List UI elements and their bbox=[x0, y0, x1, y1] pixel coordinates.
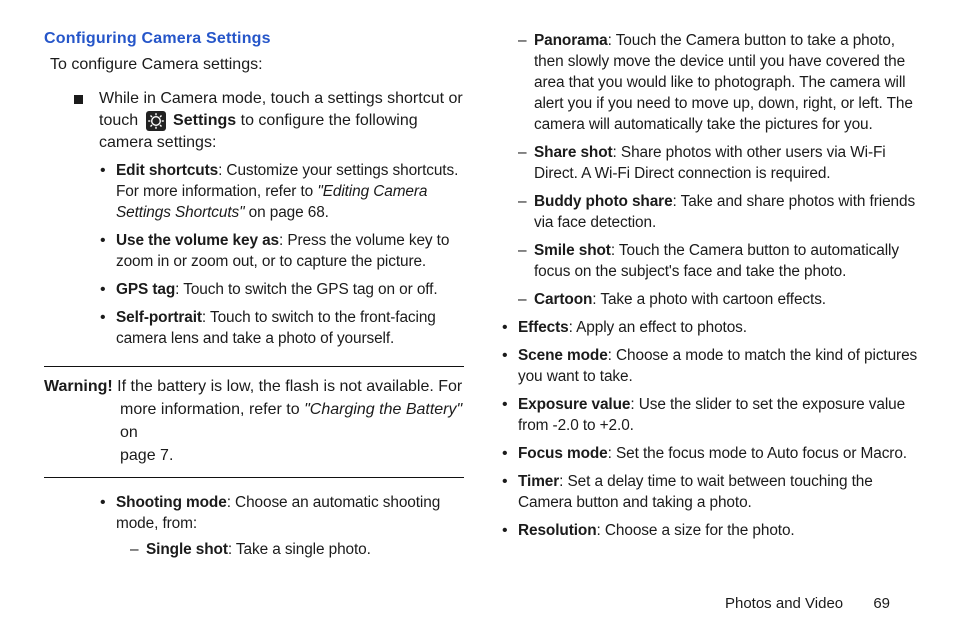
settings-list-1: Edit shortcuts: Customize your settings … bbox=[100, 160, 464, 356]
item-bold: Edit shortcuts bbox=[116, 162, 218, 179]
item-rest: : Take a single photo. bbox=[228, 541, 371, 558]
square-bullet-row: While in Camera mode, touch a settings s… bbox=[74, 88, 464, 154]
item-bold: Buddy photo share bbox=[534, 193, 673, 210]
list-item: Panorama: Touch the Camera button to tak… bbox=[518, 30, 920, 135]
list-item: Shooting mode: Choose an automatic shoot… bbox=[100, 492, 464, 560]
sub-list: Single shot: Take a single photo. bbox=[130, 539, 464, 560]
square-bullet-icon bbox=[74, 95, 83, 104]
warning-line3: page 7. bbox=[44, 444, 464, 467]
square-bullet-text: While in Camera mode, touch a settings s… bbox=[99, 88, 464, 154]
list-item: Buddy photo share: Take and share photos… bbox=[518, 191, 920, 233]
list-item: GPS tag: Touch to switch the GPS tag on … bbox=[100, 279, 464, 300]
item-tail: on page 68. bbox=[244, 204, 328, 221]
shooting-mode-sublist: Panorama: Touch the Camera button to tak… bbox=[518, 30, 920, 317]
section-heading: Configuring Camera Settings bbox=[44, 30, 464, 48]
list-item: Focus mode: Set the focus mode to Auto f… bbox=[502, 443, 920, 464]
settings-list-2: Shooting mode: Choose an automatic shoot… bbox=[100, 492, 464, 567]
list-item: Single shot: Take a single photo. bbox=[130, 539, 464, 560]
warning-ital: "Charging the Battery" bbox=[304, 401, 462, 418]
list-item: Exposure value: Use the slider to set th… bbox=[502, 394, 920, 436]
item-bold: Resolution bbox=[518, 522, 597, 539]
item-bold: Shooting mode bbox=[116, 494, 227, 511]
list-item: Share shot: Share photos with other user… bbox=[518, 142, 920, 184]
list-item: Smile shot: Touch the Camera button to a… bbox=[518, 240, 920, 282]
list-item: Use the volume key as: Press the volume … bbox=[100, 230, 464, 272]
item-bold: Single shot bbox=[146, 541, 228, 558]
item-bold: Cartoon bbox=[534, 291, 592, 308]
item-bold: Self-portrait bbox=[116, 309, 202, 326]
list-item: Effects: Apply an effect to photos. bbox=[502, 317, 920, 338]
warning-line1: If the battery is low, the flash is not … bbox=[113, 378, 463, 395]
item-rest: : Take a photo with cartoon effects. bbox=[592, 291, 826, 308]
item-bold: Timer bbox=[518, 473, 559, 490]
list-item: Scene mode: Choose a mode to match the k… bbox=[502, 345, 920, 387]
t: more information, refer to bbox=[120, 401, 304, 418]
item-bold: GPS tag bbox=[116, 281, 175, 298]
settings-word: Settings bbox=[173, 112, 236, 129]
item-bold: Exposure value bbox=[518, 396, 630, 413]
item-bold: Use the volume key as bbox=[116, 232, 279, 249]
warning-line2: more information, refer to "Charging the… bbox=[44, 398, 464, 444]
warning-label: Warning! bbox=[44, 378, 113, 395]
page-footer: Photos and Video 69 bbox=[725, 595, 890, 612]
item-rest: : Set the focus mode to Auto focus or Ma… bbox=[608, 445, 907, 462]
item-bold: Share shot bbox=[534, 144, 613, 161]
gear-icon bbox=[146, 111, 166, 131]
settings-list-right: Effects: Apply an effect to photos. Scen… bbox=[502, 317, 920, 548]
item-bold: Panorama bbox=[534, 32, 608, 49]
warning-block: Warning! If the battery is low, the flas… bbox=[44, 375, 464, 467]
page-number: 69 bbox=[873, 595, 890, 612]
list-item: Cartoon: Take a photo with cartoon effec… bbox=[518, 289, 920, 310]
list-item: Resolution: Choose a size for the photo. bbox=[502, 520, 920, 541]
t: on bbox=[120, 424, 138, 441]
item-rest: : Apply an effect to photos. bbox=[569, 319, 747, 336]
item-bold: Focus mode bbox=[518, 445, 608, 462]
item-rest: : Touch to switch the GPS tag on or off. bbox=[175, 281, 437, 298]
item-rest: : Choose a size for the photo. bbox=[597, 522, 795, 539]
divider bbox=[44, 366, 464, 367]
item-rest: : Set a delay time to wait between touch… bbox=[518, 473, 873, 511]
item-bold: Effects bbox=[518, 319, 569, 336]
item-bold: Scene mode bbox=[518, 347, 608, 364]
list-item: Self-portrait: Touch to switch to the fr… bbox=[100, 307, 464, 349]
intro-text: To configure Camera settings: bbox=[50, 56, 464, 74]
item-bold: Smile shot bbox=[534, 242, 611, 259]
list-item: Edit shortcuts: Customize your settings … bbox=[100, 160, 464, 223]
list-item: Timer: Set a delay time to wait between … bbox=[502, 471, 920, 513]
divider bbox=[44, 477, 464, 478]
footer-section: Photos and Video bbox=[725, 595, 843, 612]
